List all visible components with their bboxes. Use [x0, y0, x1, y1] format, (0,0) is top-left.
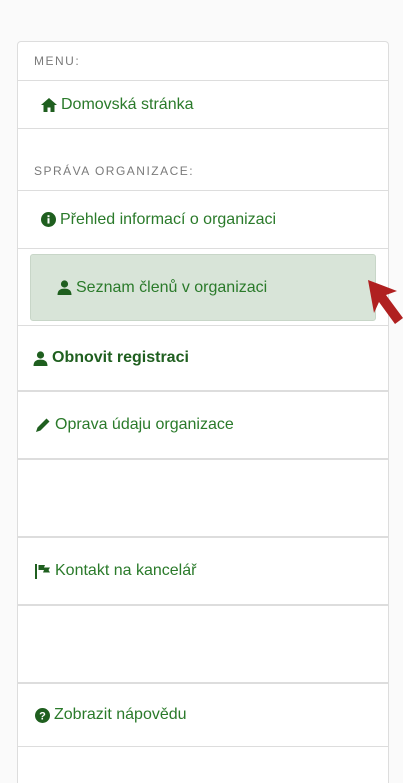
menu-item-home-label: Domovská stránka	[61, 95, 194, 113]
pointer-arrow-icon	[368, 280, 403, 324]
flag-icon	[35, 563, 51, 579]
menu-item-members-label: Seznam členů v organizaci	[76, 278, 268, 296]
menu-item-help-label: Zobrazit nápovědu	[54, 706, 187, 723]
menu-item-renew[interactable]: Obnovit registraci	[17, 325, 389, 391]
menu-spacer	[17, 459, 389, 537]
menu-item-home[interactable]: Domovská stránka	[17, 80, 389, 129]
organization-header: SPRÁVA ORGANIZACE:	[34, 164, 195, 178]
help-icon: ?	[35, 707, 50, 723]
home-icon	[41, 97, 57, 112]
menu-item-contact[interactable]: Kontakt na kancelář	[17, 537, 389, 605]
menu-header: MENU:	[34, 54, 81, 68]
info-icon	[41, 212, 56, 227]
menu-item-help[interactable]: ? Zobrazit nápovědu	[17, 683, 389, 747]
user-icon	[33, 350, 48, 366]
menu-item-overview-label: Přehled informací o organizaci	[60, 210, 277, 228]
pencil-icon	[35, 417, 51, 433]
menu-item-overview[interactable]: Přehled informací o organizaci	[17, 190, 389, 249]
menu-item-renew-label: Obnovit registraci	[52, 349, 189, 366]
menu-spacer	[17, 605, 389, 683]
sidebar-menu: MENU: Domovská stránka SPRÁVA ORGANIZACE…	[17, 41, 389, 783]
menu-item-edit-organization[interactable]: Oprava údaju organizace	[17, 391, 389, 459]
user-icon	[57, 280, 72, 295]
menu-item-members[interactable]: Seznam členů v organizaci	[30, 254, 376, 321]
svg-text:?: ?	[39, 710, 46, 722]
menu-item-contact-label: Kontakt na kancelář	[55, 562, 197, 579]
menu-item-edit-label: Oprava údaju organizace	[55, 416, 234, 433]
